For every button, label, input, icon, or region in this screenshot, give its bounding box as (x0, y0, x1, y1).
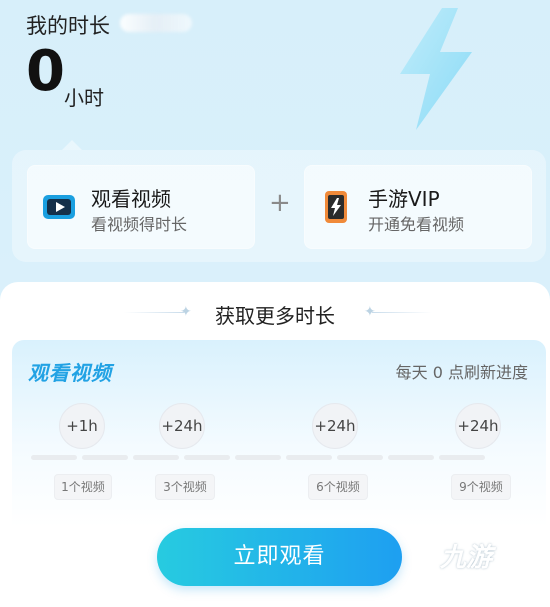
milestone-label: 1个视频 (54, 474, 112, 500)
plus-icon: + (269, 188, 291, 218)
divider-line (372, 312, 432, 313)
progress-segment (388, 455, 434, 460)
reward-badge: +24h (312, 403, 358, 449)
progress-segment (235, 455, 281, 460)
section-title: 获取更多时长 (215, 304, 335, 328)
hours-value: 0 (26, 39, 65, 104)
progress-segment (31, 455, 77, 460)
progress-segment (184, 455, 230, 460)
option-name: 观看视频 (91, 187, 171, 211)
reward-badge: +1h (59, 403, 105, 449)
milestone-label: 3个视频 (155, 474, 215, 500)
progress-segment (286, 455, 332, 460)
task-title: 观看视频 (28, 361, 112, 385)
hours-unit: 小时 (64, 86, 104, 110)
milestone-label: 6个视频 (308, 474, 368, 500)
option-name: 手游VIP (368, 187, 440, 211)
progress-segment (439, 455, 485, 460)
milestone-label: 9个视频 (451, 474, 511, 500)
reward-badge: +24h (159, 403, 205, 449)
game-vip-option[interactable]: 手游VIP 开通免看视频 (304, 165, 532, 249)
blurred-user-tag (120, 14, 192, 32)
page-title: 我的时长 (26, 14, 110, 38)
progress-segment (82, 455, 128, 460)
phone-bolt-icon (325, 191, 347, 223)
option-subtitle: 开通免看视频 (368, 215, 465, 234)
reward-badge: +24h (455, 403, 501, 449)
watch-video-option[interactable]: 观看视频 看视频得时长 (27, 165, 255, 249)
refresh-note: 每天 0 点刷新进度 (395, 363, 528, 382)
progress-segment (337, 455, 383, 460)
lightning-bolt-icon (400, 8, 472, 130)
video-play-icon (43, 195, 75, 219)
watermark-text: 九游 (440, 543, 493, 573)
option-subtitle: 看视频得时长 (91, 215, 188, 234)
card-pointer (62, 140, 82, 150)
progress-segment (133, 455, 179, 460)
watch-now-button[interactable]: 立即观看 (157, 528, 402, 586)
